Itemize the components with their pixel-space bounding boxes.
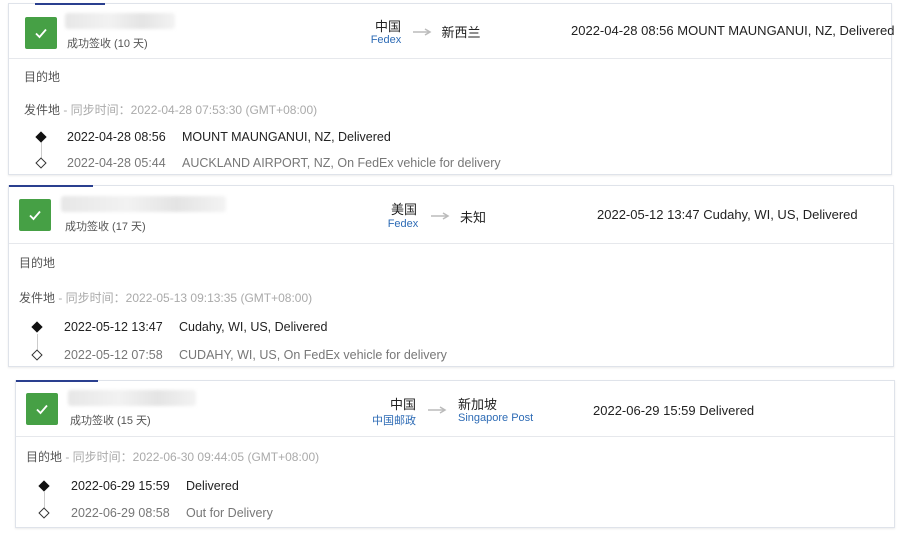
- delivered-checkmark-icon: [25, 17, 57, 49]
- hollow-diamond-icon: [31, 349, 43, 361]
- origin-label-text: 发件地: [24, 103, 61, 117]
- timeline-event: 2022-06-29 08:58 Out for Delivery: [71, 506, 273, 520]
- origin-section-label: 发件地 - 同步时间：2022-05-13 09:13:35 (GMT+08:0…: [19, 289, 312, 306]
- event-time: 2022-05-12 07:58: [64, 348, 163, 362]
- timeline-event: 2022-04-28 08:56 MOUNT MAUNGANUI, NZ, Del…: [67, 130, 391, 144]
- event-desc: AUCKLAND AIRPORT, NZ, On FedEx vehicle f…: [182, 156, 501, 170]
- timeline-event: 2022-05-12 07:58 CUDAHY, WI, US, On FedEx…: [64, 348, 447, 362]
- filled-diamond-icon: [31, 321, 43, 333]
- destination-label-text: 目的地: [26, 450, 63, 464]
- shipment-card[interactable]: 成功签收 (17 天) 美国 Fedex 未知 2022-05-12 13:47…: [8, 185, 894, 367]
- tracking-number-redacted: [68, 390, 196, 406]
- shipment-card[interactable]: 成功签收 (15 天) 中国 中国邮政 新加坡 Singapore Post 2…: [15, 380, 895, 528]
- destination-carrier-link[interactable]: Singapore Post: [458, 412, 533, 424]
- delivered-checkmark-icon: [26, 393, 58, 425]
- route-arrow-icon: [428, 406, 447, 414]
- delivery-status: 成功签收 (17 天): [65, 221, 146, 233]
- origin-country: 中国: [389, 397, 416, 412]
- destination-country: 新西兰: [441, 25, 481, 40]
- hollow-diamond-icon: [35, 157, 47, 169]
- shipment-card[interactable]: 成功签收 (10 天) 中国 Fedex 新西兰 2022-04-28 08:5…: [8, 3, 895, 175]
- timeline-event: 2022-05-12 13:47 Cudahy, WI, US, Delivere…: [64, 320, 327, 334]
- delivery-status: 成功签收 (10 天): [67, 38, 148, 50]
- latest-event: 2022-04-28 08:56 MOUNT MAUNGANUI, NZ, De…: [571, 23, 895, 38]
- event-desc: MOUNT MAUNGANUI, NZ, Delivered: [182, 130, 391, 144]
- shipment-header[interactable]: 成功签收 (15 天) 中国 中国邮政 新加坡 Singapore Post 2…: [16, 381, 894, 437]
- filled-diamond-icon: [35, 131, 47, 143]
- destination-section-label: 目的地: [24, 70, 61, 84]
- latest-event: 2022-05-12 13:47 Cudahy, WI, US, Deliver…: [597, 207, 858, 222]
- destination-country: 新加坡: [458, 397, 498, 412]
- latest-event: 2022-06-29 15:59 Delivered: [593, 403, 755, 418]
- event-time: 2022-04-28 05:44: [67, 156, 166, 170]
- origin-country: 中国: [374, 19, 401, 34]
- tracking-number-redacted: [65, 13, 175, 29]
- timeline-event: 2022-06-29 15:59 Delivered: [71, 479, 239, 493]
- tracking-number-redacted: [61, 196, 226, 212]
- event-time: 2022-05-12 13:47: [64, 320, 163, 334]
- event-desc: CUDAHY, WI, US, On FedEx vehicle for del…: [179, 348, 447, 362]
- origin-carrier-link[interactable]: Fedex: [364, 34, 408, 46]
- route-arrow-icon: [413, 28, 432, 36]
- timeline-event: 2022-04-28 05:44 AUCKLAND AIRPORT, NZ, On…: [67, 156, 501, 170]
- event-desc: Cudahy, WI, US, Delivered: [179, 320, 328, 334]
- route-arrow-icon: [431, 212, 450, 220]
- event-time: 2022-04-28 08:56: [67, 130, 166, 144]
- origin-carrier-link[interactable]: 中国邮政: [370, 412, 418, 428]
- destination-country: 未知: [459, 210, 486, 225]
- delivery-status: 成功签收 (15 天): [70, 415, 151, 427]
- event-desc: Out for Delivery: [186, 506, 273, 520]
- event-time: 2022-06-29 15:59: [71, 479, 170, 493]
- shipment-header[interactable]: 成功签收 (10 天) 中国 Fedex 新西兰 2022-04-28 08:5…: [9, 4, 895, 59]
- sync-time: - 同步时间：2022-06-30 09:44:05 (GMT+08:00): [62, 450, 320, 464]
- origin-section-label: 发件地 - 同步时间：2022-04-28 07:53:30 (GMT+08:0…: [24, 101, 317, 118]
- origin-label-text: 发件地: [19, 291, 56, 305]
- filled-diamond-icon: [38, 480, 50, 492]
- delivered-checkmark-icon: [19, 199, 51, 231]
- origin-country: 美国: [390, 202, 417, 217]
- destination-section-label: 目的地: [19, 256, 56, 270]
- destination-section-label: 目的地 - 同步时间：2022-06-30 09:44:05 (GMT+08:0…: [26, 448, 319, 465]
- hollow-diamond-icon: [38, 507, 50, 519]
- event-time: 2022-06-29 08:58: [71, 506, 170, 520]
- shipment-header[interactable]: 成功签收 (17 天) 美国 Fedex 未知 2022-05-12 13:47…: [9, 186, 893, 244]
- event-desc: Delivered: [186, 479, 239, 493]
- origin-carrier-link[interactable]: Fedex: [381, 218, 425, 230]
- sync-time: - 同步时间：2022-05-13 09:13:35 (GMT+08:00): [55, 291, 313, 305]
- sync-time: - 同步时间：2022-04-28 07:53:30 (GMT+08:00): [60, 103, 318, 117]
